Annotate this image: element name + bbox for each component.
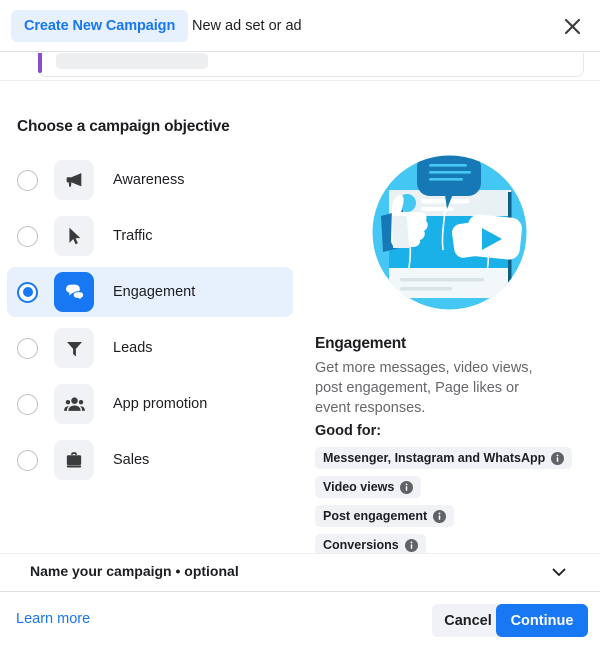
briefcase-icon-tile <box>54 440 94 480</box>
cancel-button[interactable]: Cancel <box>432 604 504 637</box>
radio-leads[interactable] <box>17 337 38 359</box>
objective-label-traffic: Traffic <box>113 228 153 244</box>
objective-option-traffic[interactable]: Traffic <box>7 211 293 261</box>
funnel-icon-tile <box>54 328 94 368</box>
chip-messenger-instagram-whatsapp[interactable]: Messenger, Instagram and WhatsApp <box>315 447 573 469</box>
objective-option-awareness[interactable]: Awareness <box>7 155 293 205</box>
radio-app-promotion[interactable] <box>17 393 38 415</box>
people-icon <box>63 396 85 411</box>
objective-detail-panel: Engagement Get more messages, video view… <box>315 150 587 563</box>
chip-row: Video views <box>315 476 587 505</box>
radio-traffic[interactable] <box>17 225 38 247</box>
detail-title: Engagement <box>315 335 407 352</box>
good-for-label: Good for: <box>315 423 382 439</box>
objective-label-sales: Sales <box>113 452 150 468</box>
tab-new-ad-set-or-ad[interactable]: New ad set or ad <box>192 10 302 42</box>
objective-option-app-promotion[interactable]: App promotion <box>7 379 293 429</box>
chat-bubble-icon <box>65 284 84 302</box>
info-icon[interactable] <box>400 480 414 494</box>
tab-new-ad-set-or-ad-label: New ad set or ad <box>192 18 302 34</box>
chip-post-engagement[interactable]: Post engagement <box>315 505 455 527</box>
objective-option-engagement[interactable]: Engagement <box>7 267 293 317</box>
people-icon-tile <box>54 384 94 424</box>
megaphone-icon <box>66 173 82 187</box>
card-accent-bar <box>38 53 42 73</box>
chat-bubble-icon-tile <box>54 272 94 312</box>
dialog-footer: Learn more Cancel Continue <box>0 591 600 647</box>
cursor-icon-tile <box>54 216 94 256</box>
radio-engagement[interactable] <box>17 281 38 303</box>
name-your-campaign-section[interactable]: Name your campaign • optional <box>0 553 600 591</box>
chip-video-views[interactable]: Video views <box>315 476 422 498</box>
chip-row: Post engagement <box>315 505 587 534</box>
radio-awareness[interactable] <box>17 169 38 191</box>
create-campaign-dialog: Create New Campaign New ad set or ad Cho… <box>0 0 600 647</box>
objective-option-leads[interactable]: Leads <box>7 323 293 373</box>
detail-description: Get more messages, video views, post eng… <box>315 360 533 416</box>
dialog-header: Create New Campaign New ad set or ad <box>0 0 600 52</box>
name-your-campaign-label: Name your campaign • optional <box>30 563 239 579</box>
cursor-icon <box>69 227 81 245</box>
scrolled-card-sliver <box>0 53 600 81</box>
objective-label-app-promotion: App promotion <box>113 396 208 412</box>
objective-list: Awareness Traffic Engagement Leads App p… <box>7 155 293 491</box>
learn-more-link[interactable]: Learn more <box>16 611 90 627</box>
page-title: Choose a campaign objective <box>17 118 230 135</box>
info-icon[interactable] <box>404 538 418 552</box>
chip-row: Messenger, Instagram and WhatsApp <box>315 447 587 476</box>
radio-sales[interactable] <box>17 449 38 471</box>
objective-option-sales[interactable]: Sales <box>7 435 293 485</box>
engagement-illustration <box>372 155 527 310</box>
info-icon[interactable] <box>551 451 565 465</box>
continue-button[interactable]: Continue <box>496 604 588 637</box>
funnel-icon <box>66 341 82 356</box>
tab-create-new-campaign-label: Create New Campaign <box>24 18 176 34</box>
objective-label-awareness: Awareness <box>113 172 185 188</box>
briefcase-icon <box>66 452 82 468</box>
content-divider <box>0 80 600 81</box>
good-for-chips: Messenger, Instagram and WhatsApp Video … <box>315 447 587 563</box>
megaphone-icon-tile <box>54 160 94 200</box>
close-button[interactable] <box>557 11 588 42</box>
close-icon <box>564 18 581 35</box>
chevron-down-icon[interactable] <box>551 564 567 580</box>
info-icon[interactable] <box>433 509 447 523</box>
tab-create-new-campaign[interactable]: Create New Campaign <box>11 10 189 42</box>
card-placeholder-block <box>56 53 208 69</box>
objective-label-leads: Leads <box>113 340 153 356</box>
objective-label-engagement: Engagement <box>113 284 196 300</box>
